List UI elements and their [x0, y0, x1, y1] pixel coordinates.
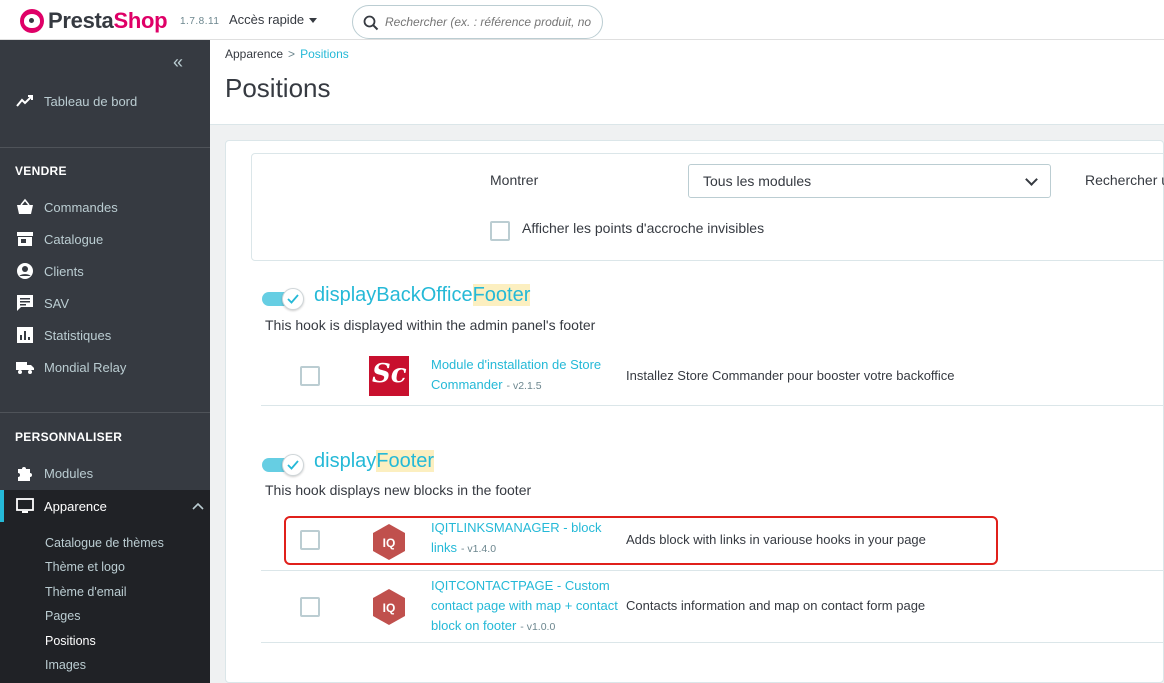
sidebar-item-label: Statistiques — [44, 327, 112, 343]
chevron-up-icon — [192, 502, 204, 510]
quick-access-dropdown[interactable]: Accès rapide — [229, 12, 318, 27]
sidebar-item-modules[interactable]: Modules — [0, 457, 210, 489]
caret-down-icon — [309, 18, 318, 24]
hook-toggle-displaybackofficefooter[interactable] — [262, 288, 304, 310]
show-invisible-hooks-label: Afficher les points d'accroche invisible… — [522, 220, 765, 236]
iqit-logo-icon: IQ — [373, 524, 405, 560]
divider — [0, 412, 210, 413]
svg-text:IQ: IQ — [383, 601, 396, 615]
store-commander-logo: Sc — [369, 356, 409, 396]
module-filter-value: Tous les modules — [703, 173, 812, 189]
sidebar-item-label: Apparence — [44, 498, 107, 514]
sidebar-item-label: Tableau de bord — [44, 93, 138, 109]
show-label: Montrer — [490, 172, 539, 188]
chat-icon — [17, 295, 33, 311]
hook-name-displayfooter[interactable]: displayFooter — [314, 450, 435, 473]
prestashop-logo[interactable]: PrestaShop — [20, 8, 168, 34]
sidebar-subitem-theme-catalog[interactable]: Catalogue de thèmes — [45, 536, 164, 550]
account-circle-icon — [17, 263, 33, 279]
sidebar-subitem-images[interactable]: Images — [45, 658, 86, 672]
sidebar-subitem-theme-logo[interactable]: Thème et logo — [45, 560, 125, 574]
check-icon — [287, 460, 299, 470]
module-checkbox[interactable] — [300, 530, 320, 550]
version-label: 1.7.8.11 — [180, 16, 220, 27]
module-description: Adds block with links in variouse hooks … — [626, 532, 926, 547]
sidebar-item-stats[interactable]: Statistiques — [0, 319, 210, 351]
search-hook-label: Rechercher u — [1085, 172, 1164, 188]
breadcrumb: Apparence > Positions — [225, 47, 349, 61]
check-icon — [287, 294, 299, 304]
sidebar-subitem-email-theme[interactable]: Thème d'email — [45, 585, 127, 599]
sidebar-item-orders[interactable]: Commandes — [0, 191, 210, 223]
hook-description: This hook displays new blocks in the foo… — [265, 482, 532, 498]
sidebar-item-label: SAV — [44, 295, 70, 311]
positions-card: Montrer Tous les modules Rechercher u Af… — [225, 140, 1164, 683]
sidebar-item-support[interactable]: SAV — [0, 287, 210, 319]
section-title-customize: PERSONNALISER — [15, 430, 123, 444]
chevron-down-icon — [1025, 173, 1038, 186]
basket-icon — [17, 198, 33, 214]
collapse-menu-icon[interactable]: « — [173, 52, 183, 73]
module-name[interactable]: IQITLINKSMANAGER - block links - v1.4.0 — [431, 518, 626, 559]
sidebar-item-mondial-relay[interactable]: Mondial Relay — [0, 351, 210, 383]
sidebar-item-label: Clients — [44, 263, 84, 279]
sidebar-item-customers[interactable]: Clients — [0, 255, 210, 287]
module-name[interactable]: Module d'installation de Store Commander… — [431, 355, 626, 396]
page-title: Positions — [225, 73, 331, 103]
puffin-logo-icon — [20, 9, 44, 33]
logo-text: PrestaShop — [48, 8, 168, 33]
breadcrumb-current[interactable]: Positions — [300, 47, 349, 61]
search-box[interactable] — [352, 5, 603, 39]
hook-toggle-displayfooter[interactable] — [262, 454, 304, 476]
store-icon — [17, 232, 33, 246]
module-row: Sc Module d'installation de Store Comman… — [261, 347, 1164, 406]
section-title-sell: VENDRE — [15, 164, 67, 178]
module-checkbox[interactable] — [300, 366, 320, 386]
sidebar-item-label: Commandes — [44, 199, 118, 215]
truck-icon — [16, 362, 34, 374]
sidebar-item-dashboard[interactable]: Tableau de bord — [0, 85, 210, 117]
sidebar-subitem-positions[interactable]: Positions — [45, 634, 96, 648]
sidebar: « Tableau de bord VENDRE Commandes Catal… — [0, 40, 210, 683]
sidebar-item-appearance[interactable]: Apparence — [0, 490, 210, 522]
filter-panel: Montrer Tous les modules Rechercher u Af… — [251, 153, 1164, 261]
search-input[interactable] — [385, 6, 600, 38]
show-invisible-hooks-checkbox[interactable] — [490, 221, 510, 241]
bar-chart-icon — [17, 327, 33, 343]
breadcrumb-parent[interactable]: Apparence — [225, 47, 283, 61]
sidebar-item-label: Catalogue — [44, 231, 104, 247]
sidebar-subitem-pages[interactable]: Pages — [45, 609, 80, 623]
module-filter-select[interactable]: Tous les modules — [688, 164, 1051, 198]
page-header: Apparence > Positions Positions — [210, 40, 1164, 125]
module-checkbox[interactable] — [300, 597, 320, 617]
trending-up-icon — [16, 95, 33, 107]
hook-description: This hook is displayed within the admin … — [265, 317, 596, 333]
module-row: IQ IQITLINKSMANAGER - block links - v1.4.… — [261, 512, 1164, 571]
module-row: IQ IQITCONTACTPAGE - Custom contact page… — [261, 571, 1164, 643]
module-description: Contacts information and map on contact … — [626, 598, 926, 613]
top-header: PrestaShop 1.7.8.11 Accès rapide — [0, 0, 1164, 40]
desktop-icon — [16, 498, 34, 513]
divider — [0, 147, 210, 148]
search-icon — [363, 15, 379, 31]
breadcrumb-separator: > — [288, 47, 296, 61]
module-description: Installez Store Commander pour booster v… — [626, 368, 955, 383]
module-name[interactable]: IQITCONTACTPAGE - Custom contact page wi… — [431, 576, 626, 637]
puzzle-icon — [18, 467, 32, 481]
sidebar-item-label: Modules — [44, 465, 94, 481]
iqit-logo-icon: IQ — [373, 589, 405, 625]
sidebar-item-label: Mondial Relay — [44, 359, 127, 375]
hook-name-displaybackofficefooter[interactable]: displayBackOfficeFooter — [314, 284, 531, 307]
sidebar-item-catalog[interactable]: Catalogue — [0, 223, 210, 255]
svg-text:IQ: IQ — [383, 536, 396, 550]
